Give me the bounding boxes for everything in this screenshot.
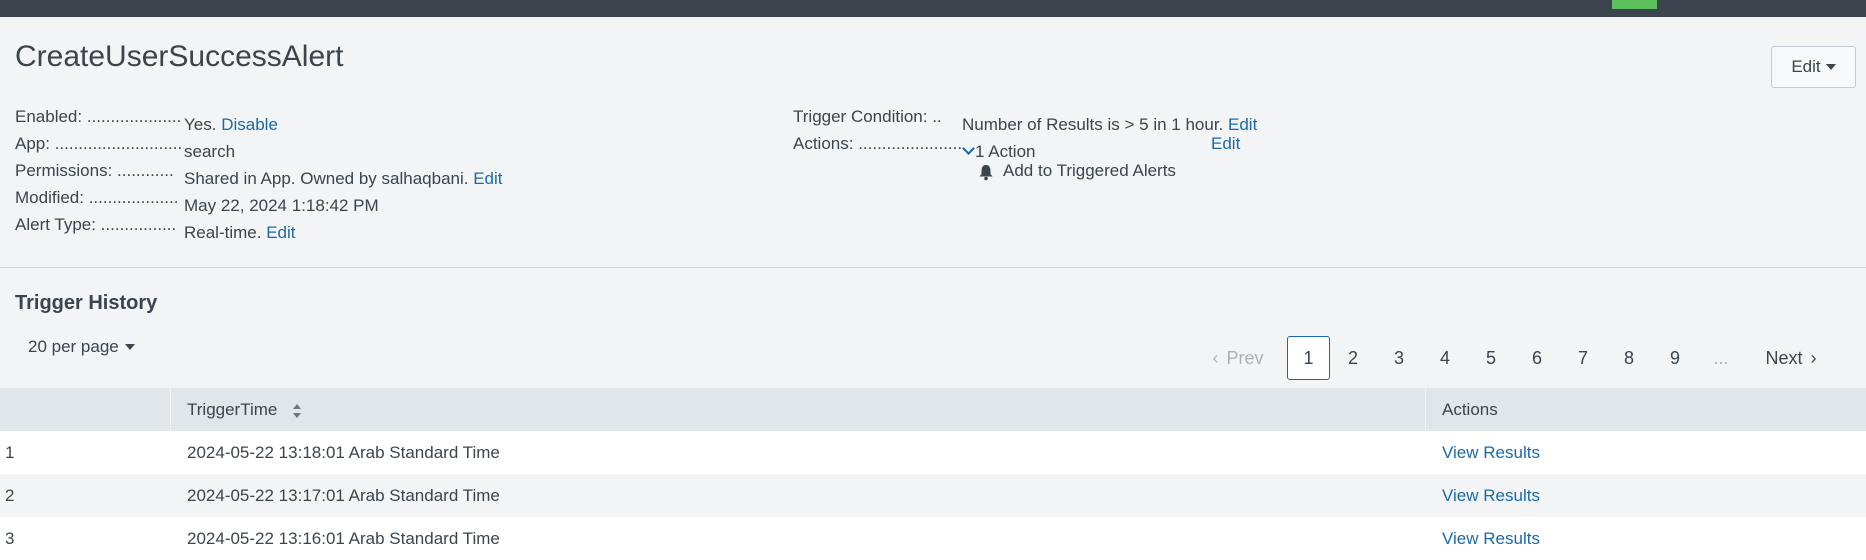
row-number: 2 xyxy=(5,486,15,505)
per-page-dropdown[interactable]: 20 per page xyxy=(28,337,135,357)
pagination-ellipsis: ... xyxy=(1713,347,1729,368)
table-row: 1 2024-05-22 13:18:01 Arab Standard Time… xyxy=(0,431,1866,474)
caret-down-icon xyxy=(124,344,135,350)
action-item-label: Add to Triggered Alerts xyxy=(1003,161,1176,180)
detail-alert-type: Alert Type: ................ Real-time. E… xyxy=(15,211,296,246)
page-button-7[interactable]: 7 xyxy=(1563,336,1603,380)
detail-label: Enabled: .................... xyxy=(15,107,182,126)
edit-permissions-link[interactable]: Edit xyxy=(473,169,502,188)
trigger-time-cell: 2024-05-22 13:16:01 Arab Standard Time xyxy=(187,529,500,548)
prev-label: Prev xyxy=(1226,347,1264,368)
section-divider xyxy=(0,267,1866,268)
header-trigger-time-label: TriggerTime xyxy=(187,400,278,419)
column-divider xyxy=(1425,388,1426,431)
bell-icon xyxy=(979,164,993,180)
next-page-button[interactable]: Next › xyxy=(1756,336,1826,380)
prev-page-button[interactable]: ‹ Prev xyxy=(1208,336,1268,380)
row-number: 1 xyxy=(5,443,15,462)
action-item: Add to Triggered Alerts xyxy=(977,157,1176,184)
edit-button-label: Edit xyxy=(1791,57,1821,76)
chevron-down-icon xyxy=(962,142,975,155)
detail-label: Actions: ...................... xyxy=(793,134,962,153)
table-header: TriggerTime Actions xyxy=(0,388,1866,431)
detail-label: Trigger Condition: .. xyxy=(793,107,942,126)
actions-expand-toggle[interactable] xyxy=(962,142,975,161)
per-page-label: 20 per page xyxy=(28,337,119,356)
page-button-6[interactable]: 6 xyxy=(1517,336,1557,380)
detail-label: Permissions: ............ xyxy=(15,161,174,180)
edit-actions-link[interactable]: Edit xyxy=(1211,130,1240,157)
edit-alert-type-link[interactable]: Edit xyxy=(266,223,295,242)
page-button-1[interactable]: 1 xyxy=(1287,336,1330,380)
view-results-link[interactable]: View Results xyxy=(1442,517,1540,560)
chevron-right-icon: › xyxy=(1810,347,1817,368)
view-results-link[interactable]: View Results xyxy=(1442,474,1540,517)
detail-label: App: .............................. xyxy=(15,134,184,153)
sort-icon[interactable] xyxy=(292,403,302,419)
table-row: 3 2024-05-22 13:16:01 Arab Standard Time… xyxy=(0,517,1866,560)
view-results-link[interactable]: View Results xyxy=(1442,431,1540,474)
column-divider xyxy=(170,388,171,431)
header-trigger-time[interactable]: TriggerTime xyxy=(187,388,302,431)
header-actions: Actions xyxy=(1442,400,1498,419)
chevron-left-icon: ‹ xyxy=(1212,347,1219,368)
page-button-5[interactable]: 5 xyxy=(1471,336,1511,380)
detail-value: Real-time. xyxy=(184,223,262,242)
page-button-9[interactable]: 9 xyxy=(1655,336,1695,380)
row-number: 3 xyxy=(5,529,15,548)
page-button-3[interactable]: 3 xyxy=(1379,336,1419,380)
top-navigation-bar xyxy=(0,0,1866,17)
detail-label: Alert Type: ................ xyxy=(15,215,177,234)
trigger-time-cell: 2024-05-22 13:17:01 Arab Standard Time xyxy=(187,486,500,505)
app-status-button[interactable] xyxy=(1612,0,1657,9)
caret-down-icon xyxy=(1825,64,1836,70)
edit-alert-button[interactable]: Edit xyxy=(1771,46,1856,88)
page-button-8[interactable]: 8 xyxy=(1609,336,1649,380)
page-title: CreateUserSuccessAlert xyxy=(15,40,344,73)
table-row: 2 2024-05-22 13:17:01 Arab Standard Time… xyxy=(0,474,1866,517)
page-button-2[interactable]: 2 xyxy=(1333,336,1373,380)
detail-label: Modified: ................... xyxy=(15,188,179,207)
trigger-history-title: Trigger History xyxy=(15,292,158,314)
trigger-time-cell: 2024-05-22 13:18:01 Arab Standard Time xyxy=(187,443,500,462)
next-label: Next xyxy=(1765,347,1803,368)
page-button-4[interactable]: 4 xyxy=(1425,336,1465,380)
